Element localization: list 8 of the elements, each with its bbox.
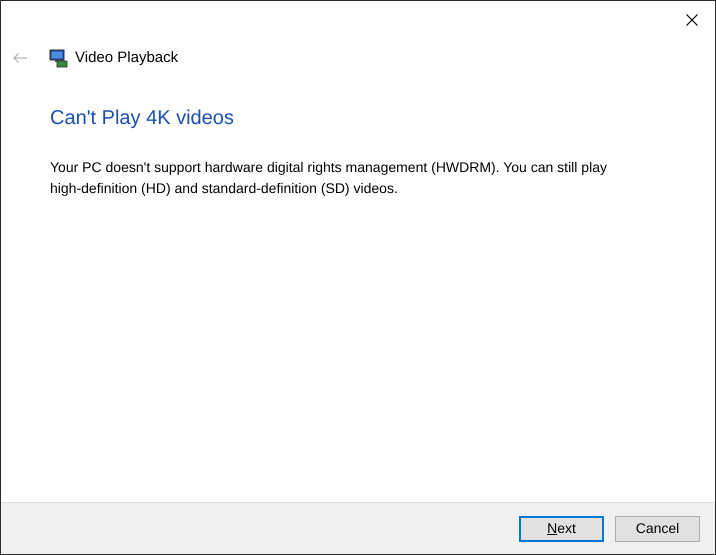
close-icon bbox=[686, 14, 698, 26]
heading: Can't Play 4K videos bbox=[50, 106, 235, 131]
window-title: Video Playback bbox=[75, 48, 178, 68]
default-button[interactable]: Next bbox=[519, 516, 604, 542]
message-text: Your PC doesn't support hardware digital rights management (HWDRM). You can still play high-definition (HD) and standard-definition (SD) videos. bbox=[50, 158, 608, 198]
back-arrow-icon bbox=[12, 52, 28, 64]
monitor-icon bbox=[49, 48, 68, 68]
dialog-button[interactable]: Cancel bbox=[615, 516, 700, 542]
